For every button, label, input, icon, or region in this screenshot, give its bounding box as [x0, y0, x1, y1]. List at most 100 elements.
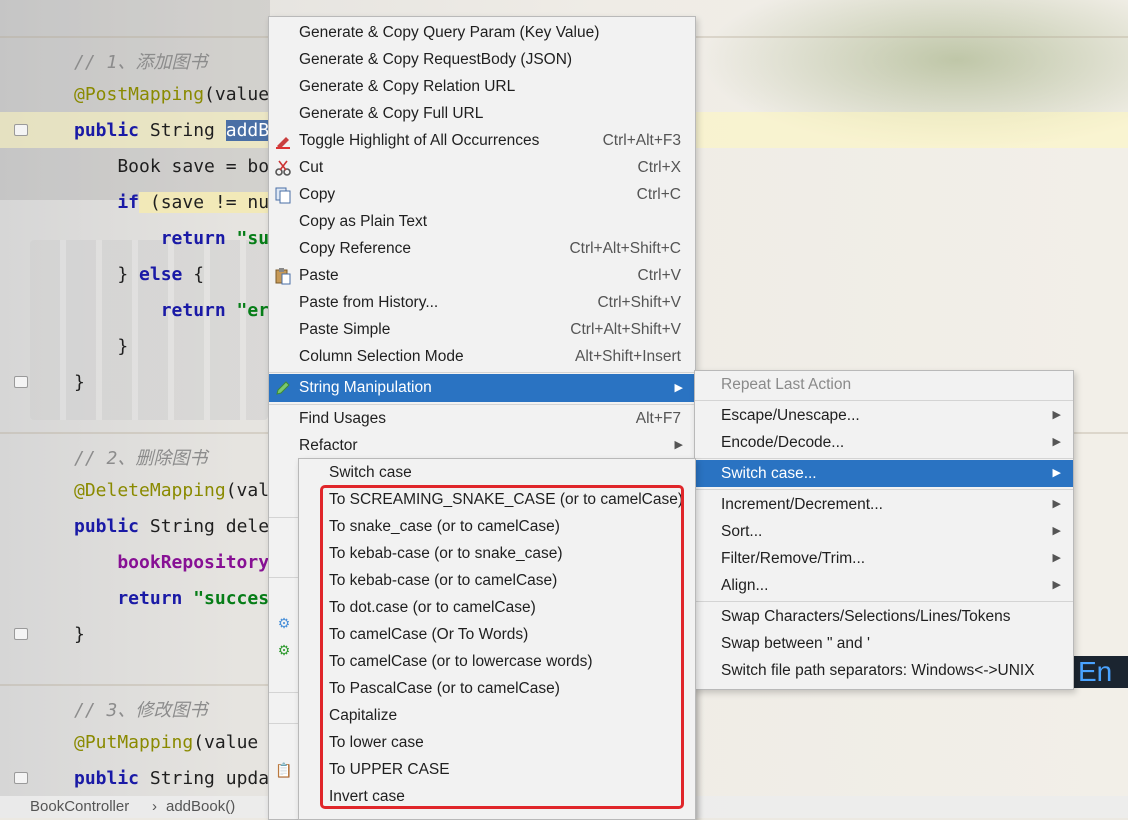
- menu-item-generate-request-body[interactable]: Generate & Copy RequestBody (JSON): [269, 46, 695, 73]
- submenu-arrow-icon: ▶: [1052, 467, 1061, 479]
- code-text: (save != nu: [139, 192, 270, 213]
- copy-icon: [274, 186, 292, 204]
- menu-item-label: Paste from History...: [299, 294, 439, 311]
- code-line[interactable]: if (save != nu: [74, 192, 270, 213]
- menu-item-column-selection-mode[interactable]: Column Selection Mode Alt+Shift+Insert: [269, 343, 695, 370]
- code-keyword: else: [139, 264, 183, 285]
- paste-icon: [274, 267, 292, 285]
- code-line[interactable]: // 2、删除图书: [74, 444, 207, 470]
- menu-item-generate-relation-url[interactable]: Generate & Copy Relation URL: [269, 73, 695, 100]
- code-field: bookRepository: [74, 552, 270, 573]
- menu-separator: [695, 400, 1073, 401]
- breadcrumb-method[interactable]: addBook(): [166, 798, 235, 815]
- menu-item-label: Generate & Copy RequestBody (JSON): [299, 51, 573, 68]
- code-annotation: @PostMapping: [74, 84, 205, 105]
- fold-marker-icon[interactable]: [14, 628, 28, 640]
- code-line[interactable]: @DeleteMapping(val: [74, 480, 269, 501]
- code-line[interactable]: return "er: [74, 300, 269, 321]
- clipboard-icon[interactable]: 📋: [275, 761, 293, 779]
- code-text: }: [74, 624, 85, 645]
- code-keyword: public: [74, 120, 140, 141]
- code-string: "su: [225, 228, 270, 249]
- code-line[interactable]: return "succes: [74, 588, 269, 609]
- menu-item-label: Generate & Copy Full URL: [299, 105, 484, 122]
- menu-item-label: Encode/Decode...: [721, 434, 845, 451]
- menu-item-copy[interactable]: Copy Ctrl+C: [269, 181, 695, 208]
- menu-separator: [695, 601, 1073, 602]
- menu-separator: [269, 692, 299, 693]
- menu-item-repeat-last-action: Repeat Last Action: [695, 371, 1073, 398]
- menu-item-toggle-highlight[interactable]: Toggle Highlight of All Occurrences Ctrl…: [269, 127, 695, 154]
- menu-item-label: Copy: [299, 186, 336, 203]
- submenu-arrow-icon: ▶: [1052, 525, 1061, 537]
- code-line[interactable]: // 1、添加图书: [74, 48, 207, 74]
- menu-item-generate-query-param[interactable]: Generate & Copy Query Param (Key Value): [269, 19, 695, 46]
- menu-separator: [269, 723, 299, 724]
- menu-item-label: Swap between " and ': [721, 635, 870, 652]
- menu-item-label: Refactor: [299, 437, 358, 454]
- selected-text: addB: [225, 120, 270, 141]
- menu-separator: [269, 517, 299, 518]
- menu-item-label: Column Selection Mode: [299, 348, 464, 365]
- menu-item-encode-decode[interactable]: Encode/Decode... ▶: [695, 429, 1073, 456]
- code-text: {: [182, 264, 205, 285]
- code-line[interactable]: public String upda: [74, 768, 269, 789]
- code-line[interactable]: return "su: [74, 228, 269, 249]
- menu-item-copy-plain-text[interactable]: Copy as Plain Text: [269, 208, 695, 235]
- menu-item-escape-unescape[interactable]: Escape/Unescape... ▶: [695, 402, 1073, 429]
- code-annotation: @PutMapping: [74, 732, 194, 753]
- breadcrumb-class[interactable]: BookController: [30, 798, 129, 815]
- menu-item-shortcut: Ctrl+V: [637, 267, 682, 284]
- code-line[interactable]: public String dele: [74, 516, 269, 537]
- code-text: }: [74, 336, 129, 357]
- fold-marker-icon[interactable]: [14, 772, 28, 784]
- code-line[interactable]: @PostMapping(value: [74, 84, 269, 105]
- code-line[interactable]: }: [74, 624, 85, 645]
- menu-item-filter-remove-trim[interactable]: Filter/Remove/Trim... ▶: [695, 545, 1073, 572]
- submenu-arrow-icon: ▶: [1052, 409, 1061, 421]
- code-line[interactable]: Book save = bo: [74, 156, 269, 177]
- scissors-icon: [274, 159, 292, 177]
- menu-item-swap-characters[interactable]: Swap Characters/Selections/Lines/Tokens: [695, 603, 1073, 630]
- menu-item-label: Increment/Decrement...: [721, 496, 883, 513]
- code-line[interactable]: public String addB: [74, 120, 270, 141]
- menu-item-find-usages[interactable]: Find Usages Alt+F7: [269, 405, 695, 432]
- run-gear-icon[interactable]: ⚙: [275, 641, 293, 659]
- menu-item-switch-case-toggle[interactable]: Switch case: [299, 459, 695, 486]
- menu-item-increment-decrement[interactable]: Increment/Decrement... ▶: [695, 491, 1073, 518]
- menu-item-switch-case[interactable]: Switch case... ▶: [695, 460, 1073, 487]
- menu-item-switch-path-separators[interactable]: Switch file path separators: Windows<->U…: [695, 657, 1073, 684]
- code-line[interactable]: // 3、修改图书: [74, 696, 207, 722]
- menu-separator: [695, 458, 1073, 459]
- code-line[interactable]: }: [74, 372, 85, 393]
- menu-item-label: Cut: [299, 159, 324, 176]
- menu-item-paste-from-history[interactable]: Paste from History... Ctrl+Shift+V: [269, 289, 695, 316]
- menu-item-shortcut: Ctrl+C: [636, 186, 681, 203]
- code-line[interactable]: }: [74, 336, 128, 357]
- menu-item-string-manipulation[interactable]: String Manipulation ▶: [269, 374, 695, 402]
- pencil-icon: [274, 379, 292, 397]
- fold-marker-icon[interactable]: [14, 376, 28, 388]
- ime-indicator: En: [1074, 656, 1128, 688]
- menu-item-cut[interactable]: Cut Ctrl+X: [269, 154, 695, 181]
- menu-item-sort[interactable]: Sort... ▶: [695, 518, 1073, 545]
- menu-item-align[interactable]: Align... ▶: [695, 572, 1073, 599]
- code-line[interactable]: bookRepository: [74, 552, 269, 573]
- menu-item-shortcut: Ctrl+Alt+Shift+V: [570, 321, 681, 338]
- menu-item-refactor[interactable]: Refactor ▶: [269, 432, 695, 459]
- menu-item-swap-quotes[interactable]: Swap between " and ': [695, 630, 1073, 657]
- menu-item-paste-simple[interactable]: Paste Simple Ctrl+Alt+Shift+V: [269, 316, 695, 343]
- submenu-arrow-icon: ▶: [1052, 552, 1061, 564]
- submenu-arrow-icon: ▶: [1052, 498, 1061, 510]
- fold-marker-icon[interactable]: [14, 124, 28, 136]
- string-manipulation-submenu: Repeat Last Action Escape/Unescape... ▶ E…: [694, 370, 1074, 690]
- menu-item-label: Generate & Copy Query Param (Key Value): [299, 24, 600, 41]
- menu-item-shortcut: Ctrl+Alt+F3: [602, 132, 681, 149]
- menu-item-copy-reference[interactable]: Copy Reference Ctrl+Alt+Shift+C: [269, 235, 695, 262]
- menu-item-paste[interactable]: Paste Ctrl+V: [269, 262, 695, 289]
- code-line[interactable]: @PutMapping(value: [74, 732, 258, 753]
- code-keyword: return: [74, 300, 226, 321]
- menu-item-generate-full-url[interactable]: Generate & Copy Full URL: [269, 100, 695, 127]
- gear-icon[interactable]: ⚙: [275, 614, 293, 632]
- code-line[interactable]: } else {: [74, 264, 204, 285]
